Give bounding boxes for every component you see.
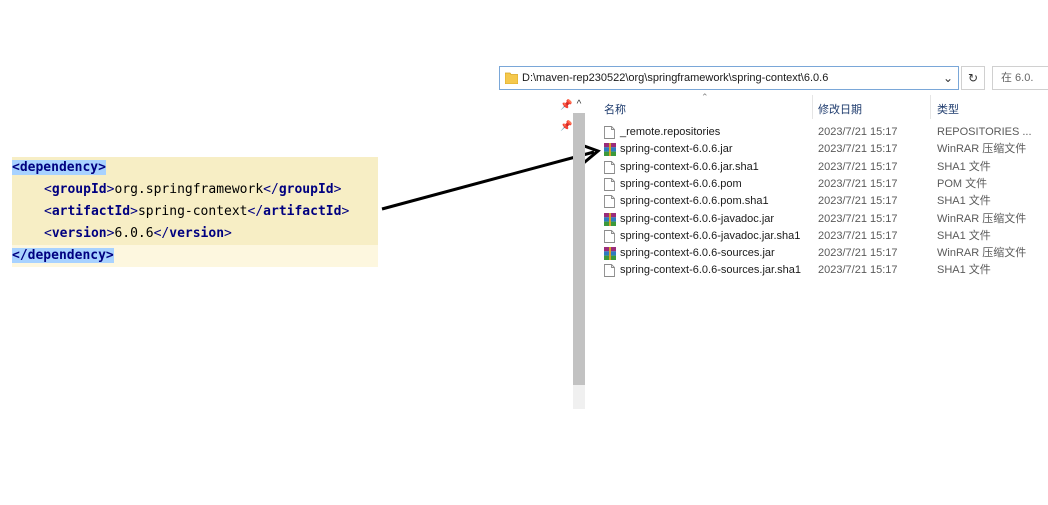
file-type: REPOSITORIES ...: [937, 126, 1032, 138]
scrollbar-thumb[interactable]: [573, 113, 585, 385]
file-row[interactable]: _remote.repositories 2023/7/21 15:17 REPOS…: [604, 124, 1032, 141]
scroll-up-arrow-icon[interactable]: ^: [573, 99, 585, 111]
winrar-icon: [604, 212, 616, 226]
pin-icon[interactable]: 📌: [560, 121, 572, 132]
file-icon: [604, 126, 615, 139]
sort-ascending-icon: ⌃: [701, 92, 709, 102]
file-icon: [604, 195, 615, 209]
file-type: SHA1 文件: [937, 160, 991, 173]
file-type: WinRAR 压缩文件: [937, 247, 1027, 260]
file-name: spring-context-6.0.6-javadoc.jar: [620, 212, 775, 225]
file-date: 2023/7/21 15:17: [818, 126, 898, 138]
file-icon: [604, 229, 615, 243]
file-name: spring-context-6.0.6-sources.jar.sha1: [620, 264, 801, 277]
file-date: 2023/7/21 15:17: [818, 195, 898, 208]
file-row[interactable]: spring-context-6.0.6-javadoc.jar.sha1 202…: [604, 228, 1024, 245]
file-row[interactable]: spring-context-6.0.6.pom 2023/7/21 15:17 P…: [604, 176, 1024, 193]
address-bar[interactable]: D:\maven-rep230522\org\springframework\s…: [499, 66, 959, 90]
chevron-down-icon[interactable]: ⌄: [938, 66, 958, 90]
address-path: D:\maven-rep230522\org\springframework\s…: [522, 72, 829, 84]
arrow-line: [381, 150, 595, 211]
winrar-icon: [604, 247, 616, 261]
column-divider[interactable]: [930, 95, 931, 119]
file-row[interactable]: spring-context-6.0.6.jar.sha1 2023/7/21 1…: [604, 159, 1024, 176]
folder-icon: [505, 72, 518, 84]
file-name: spring-context-6.0.6.pom: [620, 177, 742, 190]
column-header-name[interactable]: 名称: [604, 101, 626, 117]
file-icon: [604, 264, 615, 278]
file-type: POM 文件: [937, 177, 988, 190]
search-input[interactable]: 在 6.0.: [992, 66, 1048, 90]
pin-icon[interactable]: 📌: [560, 100, 572, 111]
file-date: 2023/7/21 15:17: [818, 247, 898, 260]
file-row[interactable]: spring-context-6.0.6-sources.jar 2023/7/2…: [604, 245, 1027, 262]
file-type: SHA1 文件: [937, 229, 991, 242]
file-date: 2023/7/21 15:17: [818, 143, 898, 156]
file-name: spring-context-6.0.6.pom.sha1: [620, 195, 769, 208]
file-icon: [604, 177, 615, 191]
file-row[interactable]: spring-context-6.0.6-javadoc.jar 2023/7/2…: [604, 211, 1027, 228]
column-header-date[interactable]: 修改日期: [818, 101, 862, 117]
file-icon: [604, 160, 615, 174]
file-row[interactable]: spring-context-6.0.6.jar 2023/7/21 15:17 W…: [604, 141, 1027, 158]
file-name: _remote.repositories: [620, 126, 721, 138]
file-date: 2023/7/21 15:17: [818, 264, 898, 277]
column-divider[interactable]: [812, 95, 813, 119]
file-type: WinRAR 压缩文件: [937, 143, 1027, 156]
file-name: spring-context-6.0.6.jar.sha1: [620, 160, 759, 173]
file-date: 2023/7/21 15:17: [818, 177, 898, 190]
file-row[interactable]: spring-context-6.0.6-sources.jar.sha1 202…: [604, 262, 1024, 279]
refresh-icon[interactable]: ↻: [961, 66, 985, 90]
file-row[interactable]: spring-context-6.0.6.pom.sha1 2023/7/21 1…: [604, 193, 1024, 210]
file-date: 2023/7/21 15:17: [818, 160, 898, 173]
file-type: SHA1 文件: [937, 195, 991, 208]
winrar-icon: [604, 143, 616, 157]
file-name: spring-context-6.0.6.jar: [620, 143, 733, 156]
column-header-type[interactable]: 类型: [937, 101, 959, 117]
file-date: 2023/7/21 15:17: [818, 212, 898, 225]
file-date: 2023/7/21 15:17: [818, 229, 898, 242]
file-name: spring-context-6.0.6-sources.jar: [620, 247, 775, 260]
file-type: WinRAR 压缩文件: [937, 212, 1027, 225]
scrollbar-track[interactable]: [573, 385, 585, 409]
file-type: SHA1 文件: [937, 264, 991, 277]
file-name: spring-context-6.0.6-javadoc.jar.sha1: [620, 229, 801, 242]
